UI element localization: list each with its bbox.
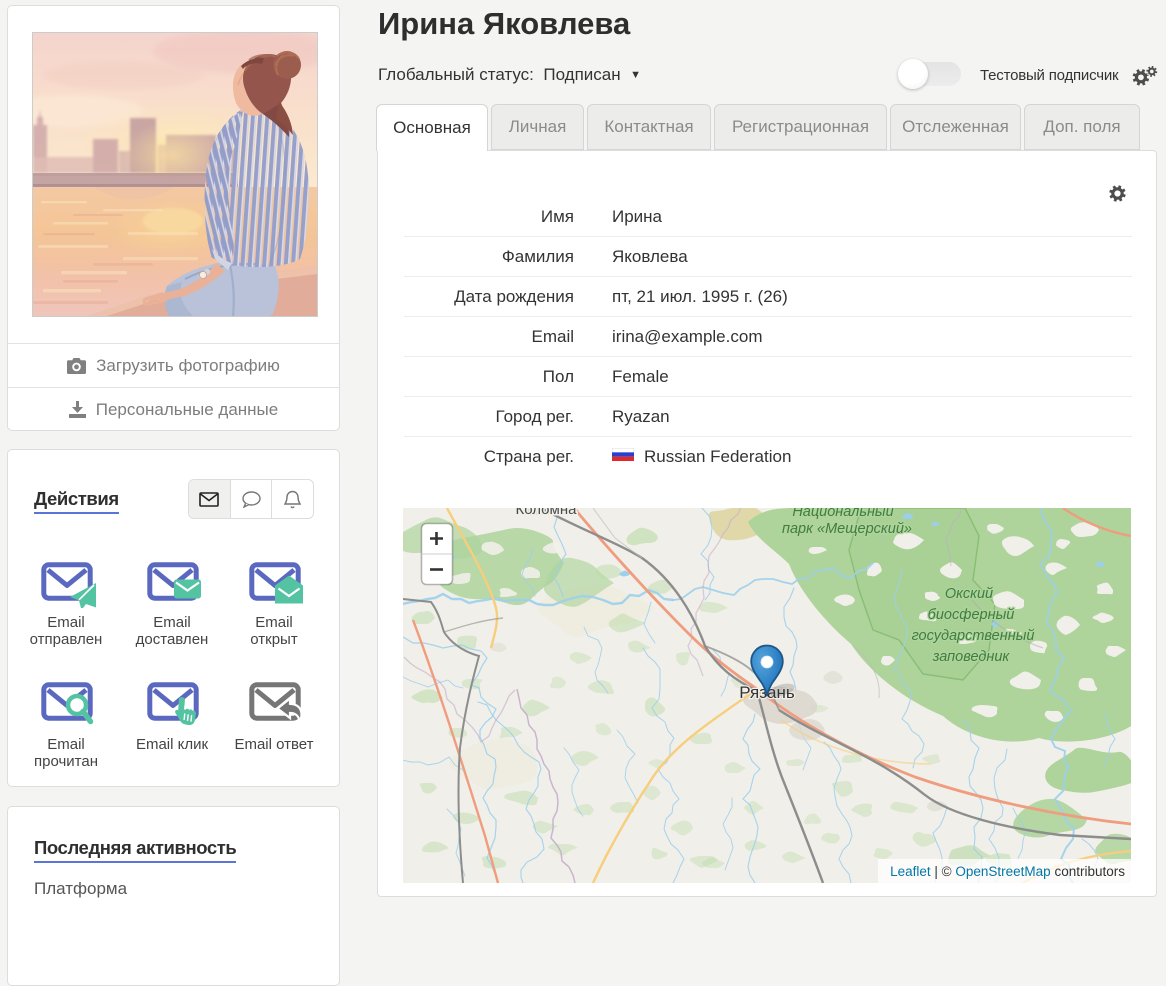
svg-text:биосферный: биосферный [928, 607, 1015, 623]
svg-text:Окский: Окский [945, 586, 993, 602]
svg-text:Коломна: Коломна [516, 508, 578, 518]
svg-text:парк «Мещерский»: парк «Мещерский» [782, 521, 912, 537]
svg-text:государственный: государственный [912, 628, 1035, 644]
svg-text:заповедник: заповедник [932, 649, 1011, 665]
svg-text:Национальный: Национальный [792, 508, 893, 520]
svg-text:Leaflet | © OpenStreetMap cont: Leaflet | © OpenStreetMap contributors [890, 864, 1125, 879]
